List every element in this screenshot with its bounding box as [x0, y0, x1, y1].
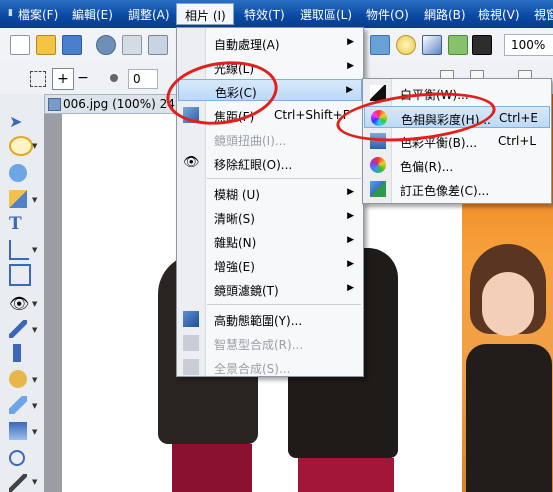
menu-effects[interactable]: 特效(T) [244, 6, 285, 23]
menu-adjust[interactable]: 調整(A) [128, 6, 170, 23]
brush-tool-icon[interactable] [9, 320, 27, 338]
brightness-icon[interactable] [396, 35, 416, 55]
transform-tool-icon[interactable] [9, 264, 31, 286]
submenu-arrow-icon: ▶ [347, 283, 354, 293]
chevron-down-icon[interactable]: ▼ [32, 142, 37, 150]
menu-selection[interactable]: 選取區(L) [300, 6, 352, 23]
add-mode-icon[interactable]: + [52, 68, 74, 90]
hdr-icon [183, 311, 199, 327]
menu-edit[interactable]: 編輯(E) [72, 6, 113, 23]
subtract-mode-icon[interactable]: − [76, 68, 90, 88]
panorama-icon [183, 359, 199, 375]
submenu-arrow-icon: ▶ [347, 235, 354, 245]
curves-icon[interactable] [422, 35, 442, 55]
scanner-icon[interactable] [96, 35, 116, 55]
menu-item-sharpen[interactable]: 清晰(S) ▶ [178, 206, 362, 228]
red-eye-tool-icon[interactable]: 👁 [9, 294, 29, 313]
submenu-arrow-icon: ▶ [347, 37, 354, 47]
menu-bar: ▮ 檔案(F) 編輯(E) 調整(A) 相片 (I) 特效(T) 選取區(L) … [0, 0, 553, 28]
feather-input[interactable]: 0 [128, 69, 158, 89]
eyedropper-tool-icon[interactable] [9, 474, 27, 492]
monitor-icon[interactable] [370, 35, 390, 55]
feather-icon [110, 74, 118, 82]
chromatic-aberration-icon [370, 181, 386, 197]
menu-item-blur[interactable]: 模糊 (U) ▶ [178, 182, 362, 204]
menu-item-auto-process[interactable]: 自動處理(A) ▶ [178, 32, 362, 54]
lasso-tool-icon[interactable] [9, 136, 33, 156]
dodge-tool-icon[interactable] [9, 370, 27, 388]
document-tab[interactable]: 006.jpg (100%) 24 [44, 94, 184, 114]
open-folder-icon[interactable] [36, 35, 56, 55]
photo-figure-pants [172, 444, 252, 492]
submenu-arrow-icon: ▶ [346, 85, 353, 95]
menu-view[interactable]: 檢視(V) [478, 6, 520, 23]
marquee-icon[interactable] [30, 71, 46, 87]
eraser-tool-icon[interactable] [9, 396, 27, 414]
chevron-down-icon[interactable]: ▼ [32, 246, 37, 254]
menu-item-hdr[interactable]: 高動態範圍(Y)... [178, 308, 362, 330]
menu-item-enhance[interactable]: 增強(E) ▶ [178, 254, 362, 276]
menu-grip-icon: ▮ [8, 8, 13, 18]
submenu-arrow-icon: ▶ [347, 259, 354, 269]
new-file-icon[interactable] [10, 35, 30, 55]
text-tool-icon[interactable]: T [9, 214, 27, 234]
stamp-tool-icon[interactable] [13, 344, 21, 362]
smart-photo-icon [183, 335, 199, 351]
photo-body [466, 344, 552, 492]
image-file-icon [48, 98, 61, 111]
menu-web[interactable]: 網路(B) [424, 6, 466, 23]
menu-object[interactable]: 物件(O) [366, 6, 409, 23]
chevron-down-icon[interactable]: ▼ [32, 376, 37, 384]
chevron-down-icon[interactable]: ▼ [32, 478, 37, 486]
color-cast-icon [370, 157, 386, 173]
chevron-down-icon[interactable]: ▼ [32, 196, 37, 204]
menu-window[interactable]: 視窗 [534, 6, 553, 23]
shape-tool-icon[interactable] [9, 190, 27, 208]
save-icon[interactable] [62, 35, 82, 55]
photo-figure-pants [298, 458, 394, 492]
menu-item-red-eye[interactable]: 👁 移除紅眼(O)... [178, 152, 362, 174]
submenu-arrow-icon: ▶ [347, 61, 354, 71]
submenu-arrow-icon: ▶ [347, 211, 354, 221]
zoom-field[interactable]: 100% [504, 34, 553, 56]
menu-photo[interactable]: 相片 (I) [176, 3, 234, 25]
tools-panel: ➤ ▼ ▼ T ▼ 👁 ▼ ▼ ▼ ▼ ▼ ▼ [0, 94, 45, 492]
crop-tool-icon[interactable] [9, 240, 29, 260]
magic-wand-icon[interactable] [9, 164, 27, 182]
image-icon[interactable] [148, 35, 168, 55]
zoom-tool-icon[interactable] [9, 450, 25, 466]
pointer-tool-icon[interactable]: ➤ [9, 112, 27, 131]
red-eye-icon: 👁 [183, 155, 200, 170]
browse-icon[interactable] [122, 35, 142, 55]
chevron-down-icon[interactable]: ▼ [32, 428, 37, 436]
menu-item-smart-photo[interactable]: 智慧型合成(R)... [178, 332, 362, 354]
submenu-arrow-icon: ▶ [347, 187, 354, 197]
submenu-item-color-cast[interactable]: 色偏(R)... [364, 154, 550, 176]
menu-item-lens-filter[interactable]: 鏡頭濾鏡(T) ▶ [178, 278, 362, 300]
menu-item-panorama[interactable]: 全景合成(S)... [178, 356, 362, 378]
fill-tool-icon[interactable] [9, 422, 27, 440]
chevron-down-icon[interactable]: ▼ [32, 300, 37, 308]
submenu-item-chromatic-aberration[interactable]: 訂正色像差(C)... [364, 178, 550, 200]
menu-item-lens-distortion[interactable]: 鏡頭扭曲(I)... [178, 128, 362, 150]
menu-file[interactable]: 檔案(F) [18, 6, 58, 23]
menu-item-noise[interactable]: 雜點(N) ▶ [178, 230, 362, 252]
photo-face [482, 272, 534, 336]
chevron-down-icon[interactable]: ▼ [32, 402, 37, 410]
eyedropper-icon[interactable] [472, 35, 492, 55]
camera-icon[interactable] [448, 35, 468, 55]
chevron-down-icon[interactable]: ▼ [32, 326, 37, 334]
